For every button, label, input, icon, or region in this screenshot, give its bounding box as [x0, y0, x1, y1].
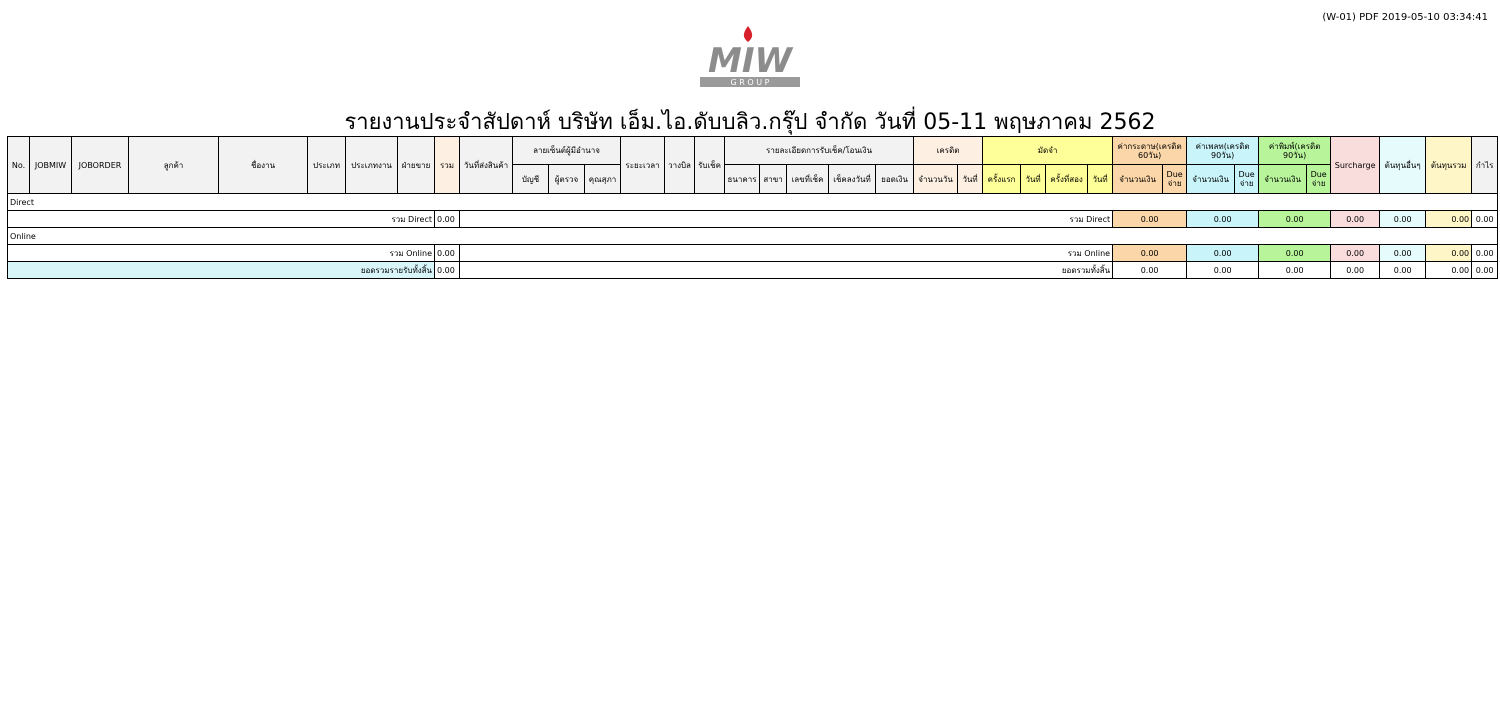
- col-group-paper: ค่ากระดาษ(เครดิต 60วัน): [1112, 136, 1188, 165]
- col-deposit-date2: วันที่: [1087, 164, 1114, 194]
- online-surcharge-value: 0.00: [1330, 244, 1381, 262]
- col-group-signature: ลายเซ็นต์ผู้มีอำนาจ: [511, 136, 622, 165]
- report-title: รายงานประจำสัปดาห์ บริษัท เอ็ม.ไอ.ดับบลิ…: [344, 110, 1156, 135]
- col-no: No.: [7, 136, 30, 194]
- weekly-report-table: No. JOBMIW JOBORDER ลูกค้า ชื่องาน ประเภ…: [6, 136, 1499, 279]
- col-joborder: JOBORDER: [71, 136, 129, 194]
- col-jobname: ชื่องาน: [218, 136, 308, 194]
- grand-profit-value: 0.00: [1471, 261, 1499, 279]
- col-billing: วางบิล: [664, 136, 696, 194]
- col-deposit-second: ครั้งที่สอง: [1045, 164, 1089, 194]
- direct-total-label-right: รวม Direct: [458, 210, 1114, 228]
- col-cheque-no: เลขที่เช็ค: [786, 164, 830, 194]
- col-credit-date: วันที่: [957, 164, 984, 194]
- direct-print-value: 0.00: [1258, 210, 1332, 228]
- col-surcharge: Surcharge: [1330, 136, 1381, 194]
- online-plate-value: 0.00: [1186, 244, 1260, 262]
- direct-total-cost-value: 0.00: [1425, 210, 1473, 228]
- online-profit-value: 0.00: [1471, 244, 1499, 262]
- col-amount: ยอดเงิน: [875, 164, 915, 194]
- col-customer: ลูกค้า: [128, 136, 219, 194]
- direct-surcharge-value: 0.00: [1330, 210, 1381, 228]
- online-total-label: รวม Online: [7, 244, 435, 262]
- col-plate-due: Due จ่าย: [1234, 164, 1260, 194]
- online-print-value: 0.00: [1258, 244, 1332, 262]
- col-group-payment: รายละเอียดการรับเช็ค/โอนเงิน: [724, 136, 915, 165]
- flame-icon: [743, 26, 753, 42]
- direct-paper-value: 0.00: [1112, 210, 1188, 228]
- col-cheque-date: เช็คลงวันที่: [828, 164, 877, 194]
- direct-total-label: รวม Direct: [7, 210, 435, 228]
- col-deposit-first: ครั้งแรก: [982, 164, 1022, 194]
- direct-profit-value: 0.00: [1471, 210, 1499, 228]
- col-deposit-date1: วันที่: [1020, 164, 1047, 194]
- col-period: ระยะเวลา: [620, 136, 666, 194]
- col-group-print: ค่าพิมพ์(เครดิต 90วัน): [1258, 136, 1332, 165]
- col-group-plate: ค่าเพลท(เครดิต 90วัน): [1186, 136, 1260, 165]
- col-sum: รวม: [434, 136, 460, 194]
- online-total-label-right: รวม Online: [458, 244, 1114, 262]
- col-branch: สาขา: [759, 164, 788, 194]
- col-print-due: Due จ่าย: [1306, 164, 1332, 194]
- grand-sum-value: 0.00: [434, 261, 460, 279]
- table-row: ยอดรวมรายรับทั้งสิ้น 0.00 ยอดรวมทั้งสิ้น…: [7, 261, 1499, 279]
- online-total-cost-value: 0.00: [1425, 244, 1473, 262]
- grand-plate-value: 0.00: [1186, 261, 1260, 279]
- grand-total-label-right: ยอดรวมทั้งสิ้น: [458, 261, 1114, 279]
- col-jobmiw: JOBMIW: [29, 136, 72, 194]
- table-row: รวม Online 0.00 รวม Online 0.00 0.00 0.0…: [7, 244, 1499, 262]
- col-delivery-date: วันที่ส่งสินค้า: [459, 136, 513, 194]
- online-other-value: 0.00: [1379, 244, 1427, 262]
- grand-surcharge-value: 0.00: [1330, 261, 1381, 279]
- logo-group-text: G R O U P: [731, 78, 770, 87]
- direct-plate-value: 0.00: [1186, 210, 1260, 228]
- col-sales: ฝ่ายขาย: [397, 136, 435, 194]
- col-cheque: รับเช็ค: [694, 136, 726, 194]
- online-paper-value: 0.00: [1112, 244, 1188, 262]
- section-online-label: Online: [6, 227, 1499, 245]
- col-paper-money: จำนวนเงิน: [1112, 164, 1164, 194]
- col-bank: ธนาคาร: [724, 164, 761, 194]
- grand-total-label: ยอดรวมรายรับทั้งสิ้น: [7, 261, 435, 279]
- section-direct-label: Direct: [6, 193, 1499, 211]
- online-sum-value: 0.00: [434, 244, 460, 262]
- col-sign-checker: ผู้ตรวจ: [548, 164, 585, 194]
- logo-wordmark: MIW: [708, 41, 793, 81]
- company-logo: MIW G R O U P: [700, 26, 800, 87]
- col-sign-account: บัญชี: [512, 164, 549, 194]
- col-total-cost: ต้นทุนรวม: [1425, 136, 1473, 194]
- col-paper-due: Due จ่าย: [1162, 164, 1188, 194]
- direct-sum-value: 0.00: [434, 210, 460, 228]
- col-plate-money: จำนวนเงิน: [1186, 164, 1236, 194]
- grand-paper-value: 0.00: [1112, 261, 1188, 279]
- col-other-cost: ต้นทุนอื่นๆ: [1379, 136, 1427, 194]
- col-print-money: จำนวนเงิน: [1258, 164, 1308, 194]
- col-profit: กำไร: [1471, 136, 1499, 194]
- col-sign-boss: คุณสุภา: [583, 164, 622, 194]
- col-jobtype: ประเภทงาน: [345, 136, 398, 194]
- grand-other-value: 0.00: [1379, 261, 1427, 279]
- direct-other-value: 0.00: [1379, 210, 1427, 228]
- col-type: ประเภท: [307, 136, 346, 194]
- col-group-credit: เครดิต: [913, 136, 984, 165]
- grand-total-cost-value: 0.00: [1425, 261, 1473, 279]
- grand-print-value: 0.00: [1258, 261, 1332, 279]
- col-group-deposit: มัดจำ: [982, 136, 1114, 165]
- print-timestamp: (W-01) PDF 2019-05-10 03:34:41: [1322, 12, 1488, 23]
- table-row: รวม Direct 0.00 รวม Direct 0.00 0.00 0.0…: [7, 210, 1499, 228]
- col-credit-days: จำนวนวัน: [913, 164, 959, 194]
